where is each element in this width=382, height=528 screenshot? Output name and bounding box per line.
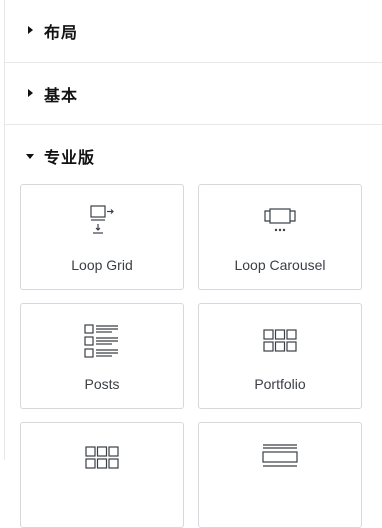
loop-carousel-icon	[264, 208, 296, 232]
widget-grid: Loop Grid Loop Carousel Posts Portfolio	[20, 184, 362, 528]
portfolio-icon	[263, 329, 297, 352]
widget-gallery[interactable]	[20, 422, 184, 528]
widget-label: Portfolio	[254, 376, 306, 392]
widget-posts[interactable]: Posts	[20, 303, 184, 409]
caret-right-icon	[28, 88, 33, 97]
widget-label: Posts	[84, 376, 120, 392]
widget-label: Loop Carousel	[234, 257, 326, 273]
form-icon	[262, 444, 298, 467]
loop-grid-icon	[90, 205, 114, 234]
caret-right-icon	[28, 26, 33, 34]
widget-loop-grid[interactable]: Loop Grid	[20, 184, 184, 290]
section-basic-header[interactable]: 基本	[5, 63, 382, 125]
section-pro-header[interactable]: 专业版	[5, 125, 382, 187]
caret-down-icon	[26, 154, 34, 159]
widget-loop-carousel[interactable]: Loop Carousel	[198, 184, 362, 290]
posts-icon	[84, 324, 118, 358]
section-title-basic: 基本	[44, 87, 79, 105]
section-title-pro: 专业版	[44, 150, 96, 167]
widget-form[interactable]	[198, 422, 362, 528]
section-layout-header[interactable]: 布局	[5, 0, 382, 63]
section-title-layout: 布局	[44, 25, 79, 42]
gallery-icon	[85, 446, 119, 469]
widget-label: Loop Grid	[71, 257, 133, 273]
widget-portfolio[interactable]: Portfolio	[198, 303, 362, 409]
